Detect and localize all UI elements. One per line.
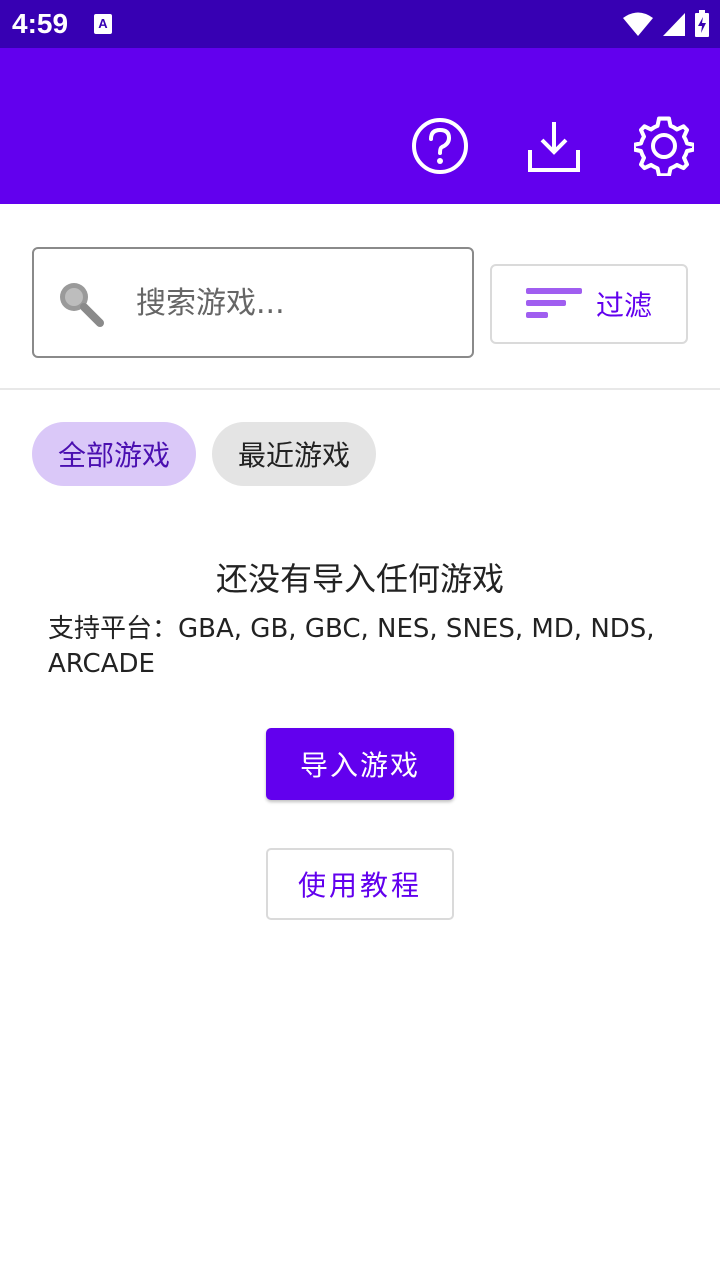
wifi-icon: [623, 12, 653, 36]
app-bar: [0, 48, 720, 204]
import-games-button[interactable]: 导入游戏: [266, 728, 454, 800]
search-section: 过滤: [0, 204, 720, 390]
status-icons: [622, 10, 710, 38]
supported-platforms: 支持平台：GBA, GB, GBC, NES, SNES, MD, NDS, A…: [48, 614, 655, 679]
search-box[interactable]: [32, 247, 474, 358]
battery-charging-icon: [695, 10, 709, 37]
help-icon: [412, 118, 468, 174]
empty-state-title: 还没有导入任何游戏: [215, 560, 504, 598]
chip-all-games[interactable]: 全部游戏: [32, 422, 196, 486]
status-time: 4:59: [12, 8, 69, 39]
keyboard-a-icon: A: [94, 14, 112, 34]
download-button[interactable]: [524, 116, 584, 176]
svg-text:A: A: [98, 16, 108, 31]
chip-recent-games[interactable]: 最近游戏: [212, 422, 376, 486]
filter-label: 过滤: [596, 289, 653, 322]
filter-button[interactable]: 过滤: [490, 264, 688, 344]
status-bar: 4:59 A: [0, 0, 720, 48]
settings-button[interactable]: [634, 116, 694, 176]
tutorial-button[interactable]: 使用教程: [266, 848, 454, 920]
filter-icon: [526, 288, 582, 318]
settings-icon: [634, 116, 694, 176]
search-input[interactable]: [136, 273, 456, 333]
help-button[interactable]: [410, 116, 470, 176]
search-icon: [60, 283, 104, 327]
download-icon: [528, 122, 580, 172]
signal-icon: [663, 13, 685, 36]
